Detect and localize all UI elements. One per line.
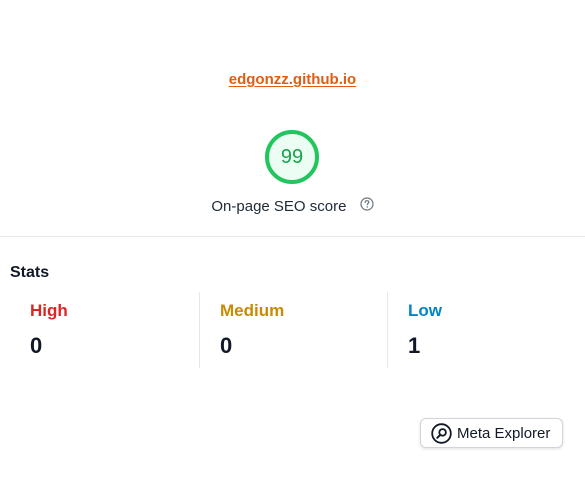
stat-medium-value: 0 xyxy=(220,333,233,358)
seo-score-label: On-page SEO score xyxy=(211,198,347,215)
seo-score-label-row: On-page SEO score xyxy=(0,196,585,215)
meta-explorer-button[interactable]: Meta Explorer xyxy=(420,418,563,448)
seo-report-panel: edgonzz.github.io 99 On-page SEO score S… xyxy=(0,0,585,498)
section-divider xyxy=(0,236,585,237)
stat-low-value: 1 xyxy=(408,333,421,358)
stats-heading: Stats xyxy=(10,264,50,281)
seo-score-value: 99 xyxy=(280,146,304,168)
stat-high-label: High xyxy=(30,301,68,320)
meta-explorer-label: Meta Explorer xyxy=(457,424,551,442)
search-icon xyxy=(431,422,452,444)
stat-low-label: Low xyxy=(408,301,442,320)
stat-high: High 0 xyxy=(0,292,199,368)
stat-low: Low 1 xyxy=(387,292,585,368)
stat-high-value: 0 xyxy=(30,333,43,358)
site-url-link[interactable]: edgonzz.github.io xyxy=(0,71,585,88)
stat-medium-label: Medium xyxy=(220,301,285,320)
question-circle-icon[interactable] xyxy=(360,196,374,215)
seo-score-gauge: 99 xyxy=(263,128,321,186)
stat-medium: Medium 0 xyxy=(199,292,388,368)
